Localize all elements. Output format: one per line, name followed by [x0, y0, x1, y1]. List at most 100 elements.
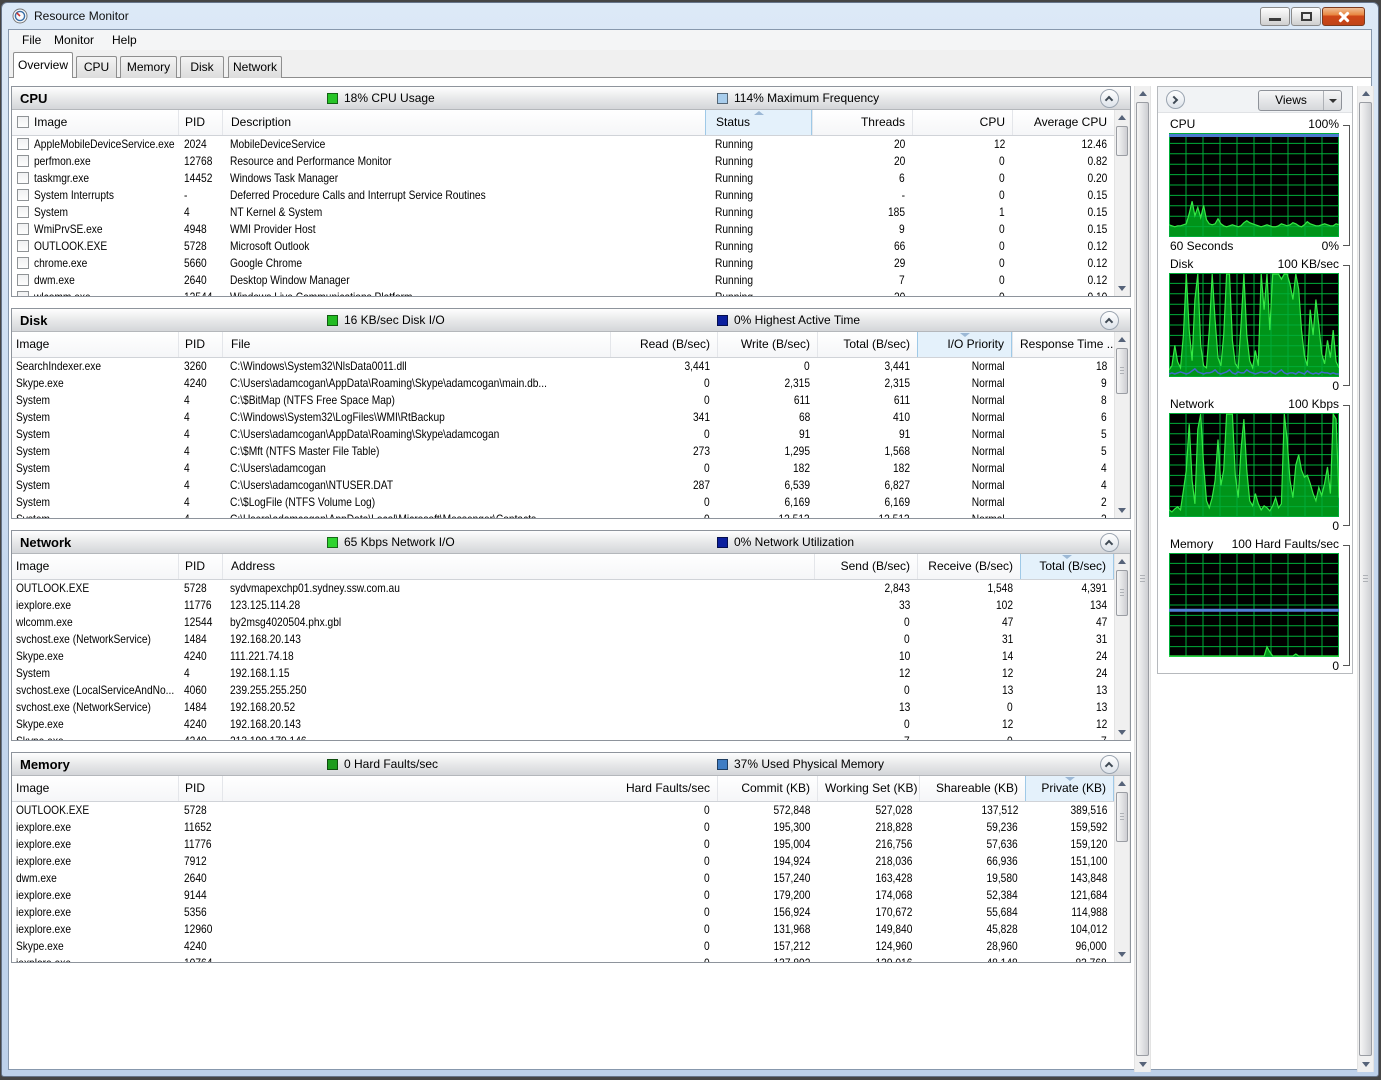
table-row[interactable]: System4C:\$Mft (NTFS Master File Table)2…: [12, 443, 1114, 460]
table-row[interactable]: Skype.exe4240C:\Users\adamcogan\AppData\…: [12, 375, 1114, 392]
table-row[interactable]: svchost.exe (LocalServiceAndNo...4060239…: [12, 682, 1114, 699]
row-checkbox[interactable]: [17, 257, 29, 269]
scroll-up-button[interactable]: [1115, 332, 1129, 347]
scroll-up-button[interactable]: [1358, 86, 1373, 101]
row-checkbox[interactable]: [17, 206, 29, 218]
table-row[interactable]: System4C:\Users\adamcogan\AppData\Local\…: [12, 511, 1114, 518]
table-row[interactable]: Skype.exe4240192.168.20.14301212: [12, 716, 1114, 733]
scroll-down-button[interactable]: [1115, 503, 1129, 518]
column-header-hard-faults-sec[interactable]: Hard Faults/sec: [222, 776, 717, 801]
collapse-panel-button[interactable]: [1100, 755, 1119, 774]
table-row[interactable]: System4C:\Users\adamcogan\NTUSER.DAT2876…: [12, 477, 1114, 494]
column-header-description[interactable]: Description: [222, 110, 705, 135]
scroll-down-button[interactable]: [1115, 281, 1129, 296]
row-checkbox[interactable]: [17, 189, 29, 201]
collapse-panel-button[interactable]: [1100, 89, 1119, 108]
column-header-read-b-sec[interactable]: Read (B/sec): [610, 332, 717, 357]
column-header-image[interactable]: Image: [12, 110, 178, 135]
table-row[interactable]: System4C:\Users\adamcogan0182182Normal4: [12, 460, 1114, 477]
column-header-pid[interactable]: PID: [178, 554, 222, 579]
scrollbar-thumb[interactable]: [1116, 348, 1128, 394]
table-row[interactable]: System4192.168.1.15121224: [12, 665, 1114, 682]
scrollbar-thumb[interactable]: [1136, 102, 1149, 1056]
column-header-shareable-kb[interactable]: Shareable (KB): [919, 776, 1025, 801]
table-row[interactable]: Skype.exe4240213.199.179.146707: [12, 733, 1114, 740]
scrollbar-thumb[interactable]: [1359, 102, 1372, 1056]
scrollbar-thumb[interactable]: [1116, 570, 1128, 616]
row-checkbox[interactable]: [17, 223, 29, 235]
column-header-working-set-kb[interactable]: Working Set (KB): [817, 776, 919, 801]
table-row[interactable]: System Interrupts-Deferred Procedure Cal…: [12, 187, 1114, 204]
column-header-commit-kb[interactable]: Commit (KB): [717, 776, 817, 801]
table-row[interactable]: iexplore.exe117760195,004216,75657,63615…: [12, 836, 1114, 853]
right-vertical-scrollbar[interactable]: [1357, 86, 1374, 1072]
table-row[interactable]: System4NT Kernel & SystemRunning18510.15: [12, 204, 1114, 221]
minimize-button[interactable]: [1260, 7, 1290, 26]
scrollbar-thumb[interactable]: [1116, 126, 1128, 156]
collapse-panel-button[interactable]: [1100, 533, 1119, 552]
close-button[interactable]: [1322, 7, 1365, 26]
row-checkbox[interactable]: [17, 291, 29, 296]
scroll-down-button[interactable]: [1135, 1057, 1150, 1072]
views-button[interactable]: Views: [1258, 90, 1342, 111]
table-row[interactable]: perfmon.exe12768Resource and Performance…: [12, 153, 1114, 170]
scrollbar-thumb[interactable]: [1116, 792, 1128, 842]
scroll-down-button[interactable]: [1358, 1057, 1373, 1072]
column-header-cpu[interactable]: CPU: [912, 110, 1012, 135]
table-row[interactable]: AppleMobileDeviceService.exe2024MobileDe…: [12, 136, 1114, 153]
tab-memory[interactable]: Memory: [120, 56, 177, 78]
column-header-receive-b-sec[interactable]: Receive (B/sec): [917, 554, 1020, 579]
table-row[interactable]: svchost.exe (NetworkService)1484192.168.…: [12, 699, 1114, 716]
tab-disk[interactable]: Disk: [180, 56, 224, 78]
column-header-threads[interactable]: Threads: [812, 110, 912, 135]
table-row[interactable]: System4C:\$LogFile (NTFS Volume Log)06,1…: [12, 494, 1114, 511]
row-checkbox[interactable]: [17, 240, 29, 252]
table-row[interactable]: iexplore.exe79120194,924218,03666,936151…: [12, 853, 1114, 870]
main-vertical-scrollbar[interactable]: [1134, 86, 1151, 1072]
column-header-average-cpu[interactable]: Average CPU: [1012, 110, 1114, 135]
table-row[interactable]: Skype.exe4240111.221.74.18101424: [12, 648, 1114, 665]
network-panel-scrollbar[interactable]: [1114, 554, 1130, 740]
table-row[interactable]: WmiPrvSE.exe4948WMI Provider HostRunning…: [12, 221, 1114, 238]
collapse-sidebar-button[interactable]: [1166, 90, 1185, 109]
select-all-checkbox[interactable]: [17, 116, 29, 128]
table-row[interactable]: iexplore.exe116520195,300218,82859,23615…: [12, 819, 1114, 836]
column-header-total-b-sec[interactable]: Total (B/sec): [817, 332, 917, 357]
column-header-write-b-sec[interactable]: Write (B/sec): [717, 332, 817, 357]
table-row[interactable]: iexplore.exe53560156,924170,67255,684114…: [12, 904, 1114, 921]
table-row[interactable]: OUTLOOK.EXE5728Microsoft OutlookRunning6…: [12, 238, 1114, 255]
menu-file[interactable]: File: [15, 30, 48, 50]
row-checkbox[interactable]: [17, 138, 29, 150]
column-header-response-time[interactable]: Response Time ...: [1012, 332, 1114, 357]
table-row[interactable]: dwm.exe26400157,240163,42819,580143,848: [12, 870, 1114, 887]
table-row[interactable]: SearchIndexer.exe3260C:\Windows\System32…: [12, 358, 1114, 375]
table-row[interactable]: OUTLOOK.EXE57280572,848527,028137,512389…: [12, 802, 1114, 819]
menu-help[interactable]: Help: [105, 30, 144, 50]
table-row[interactable]: chrome.exe5660Google ChromeRunning2900.1…: [12, 255, 1114, 272]
memory-panel-scrollbar[interactable]: [1114, 776, 1130, 962]
table-row[interactable]: OUTLOOK.EXE5728sydvmapexchp01.sydney.ssw…: [12, 580, 1114, 597]
table-row[interactable]: taskmgr.exe14452Windows Task ManagerRunn…: [12, 170, 1114, 187]
table-row[interactable]: iexplore.exe91440179,200174,06852,384121…: [12, 887, 1114, 904]
column-header-send-b-sec[interactable]: Send (B/sec): [814, 554, 917, 579]
table-row[interactable]: wlcomm.exe12544by2msg4020504.phx.gbl0474…: [12, 614, 1114, 631]
column-header-pid[interactable]: PID: [178, 110, 222, 135]
row-checkbox[interactable]: [17, 155, 29, 167]
collapse-panel-button[interactable]: [1100, 311, 1119, 330]
table-row[interactable]: Skype.exe42400157,212124,96028,96096,000: [12, 938, 1114, 955]
scroll-up-button[interactable]: [1115, 554, 1129, 569]
table-row[interactable]: System4C:\Windows\System32\LogFiles\WMI\…: [12, 409, 1114, 426]
table-row[interactable]: dwm.exe2640Desktop Window ManagerRunning…: [12, 272, 1114, 289]
titlebar[interactable]: Resource Monitor: [2, 3, 1378, 29]
cpu-panel-scrollbar[interactable]: [1114, 110, 1130, 296]
column-header-pid[interactable]: PID: [178, 776, 222, 801]
maximize-button[interactable]: [1291, 7, 1321, 26]
column-header-file[interactable]: File: [222, 332, 610, 357]
column-header-pid[interactable]: PID: [178, 332, 222, 357]
scroll-down-button[interactable]: [1115, 725, 1129, 740]
table-row[interactable]: svchost.exe (NetworkService)1484192.168.…: [12, 631, 1114, 648]
tab-cpu[interactable]: CPU: [76, 56, 117, 78]
scroll-up-button[interactable]: [1135, 86, 1150, 101]
row-checkbox[interactable]: [17, 172, 29, 184]
row-checkbox[interactable]: [17, 274, 29, 286]
